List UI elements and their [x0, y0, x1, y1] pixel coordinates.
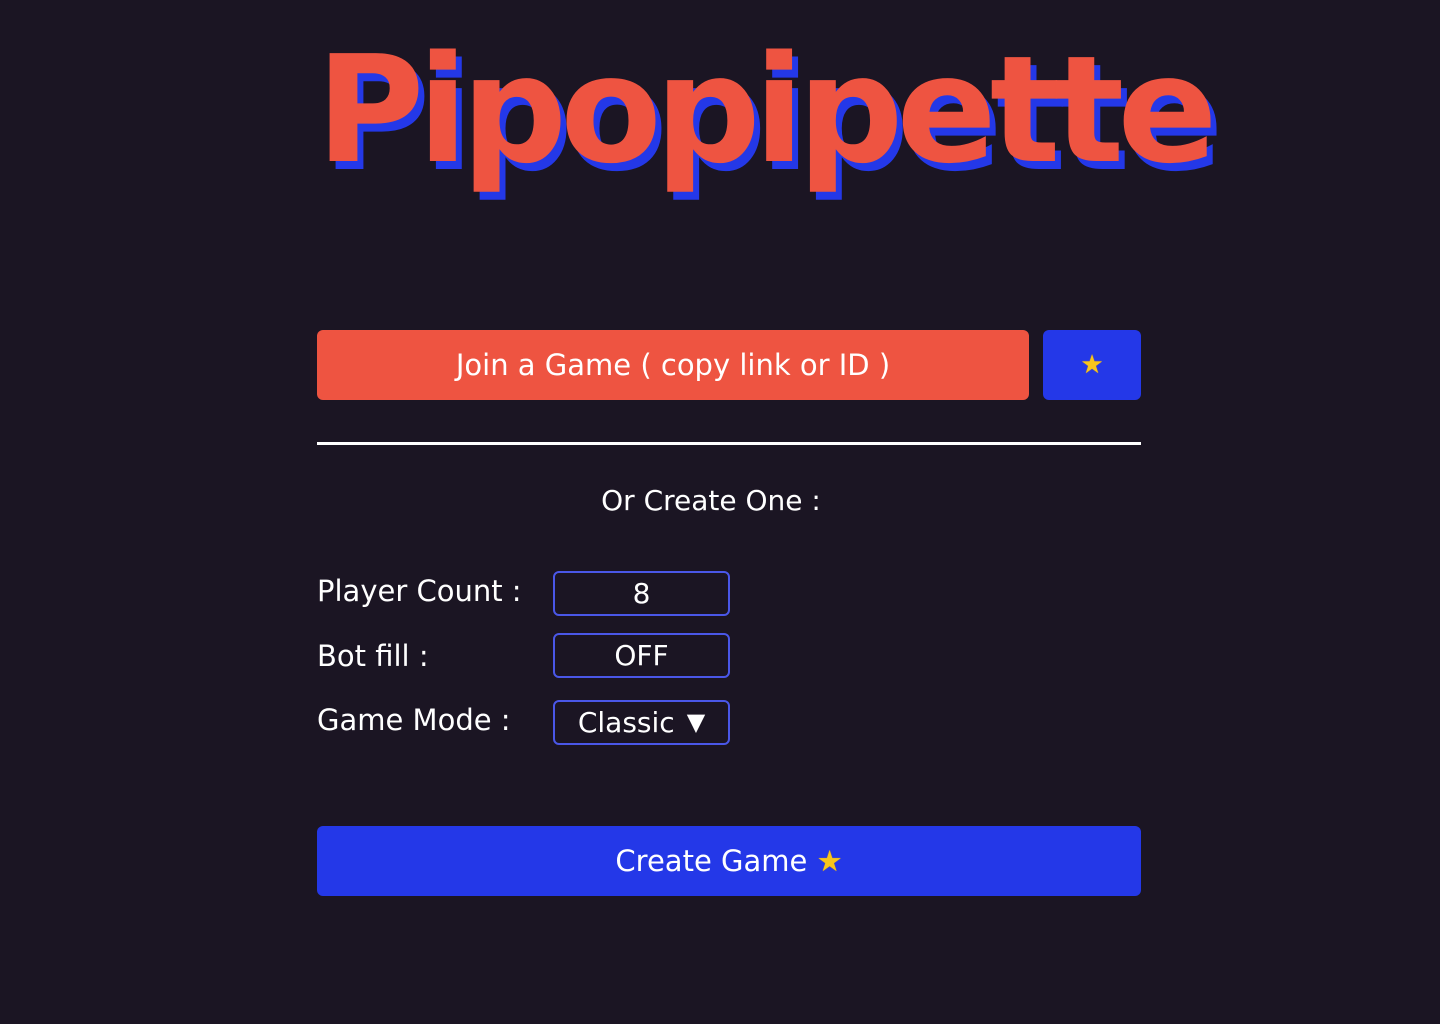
create-heading: Or Create One : [601, 484, 821, 517]
app-logo: Pipopipette [316, 24, 1218, 196]
player-count-input[interactable] [553, 571, 730, 616]
favorite-star-button[interactable]: ★ [1043, 330, 1141, 400]
create-game-button[interactable]: Create Game ★ [317, 826, 1141, 896]
chevron-down-icon: ▼ [686, 708, 706, 736]
game-mode-label: Game Mode : [317, 703, 511, 737]
section-divider [317, 442, 1141, 445]
player-count-label: Player Count : [317, 574, 522, 608]
join-game-button[interactable]: Join a Game ( copy link or ID ) [317, 330, 1029, 400]
star-icon: ★ [816, 844, 843, 878]
game-mode-selected-value: Classic [577, 706, 675, 739]
home-page: Pipopipette Join a Game ( copy link or I… [0, 0, 1440, 1024]
game-mode-select[interactable]: Classic ▼ [553, 700, 730, 745]
bot-fill-label: Bot fill : [317, 639, 429, 673]
star-icon: ★ [1080, 350, 1104, 380]
bot-fill-toggle[interactable]: OFF [553, 633, 730, 678]
create-game-label: Create Game [615, 844, 808, 878]
join-row: Join a Game ( copy link or ID ) ★ [317, 330, 1141, 400]
